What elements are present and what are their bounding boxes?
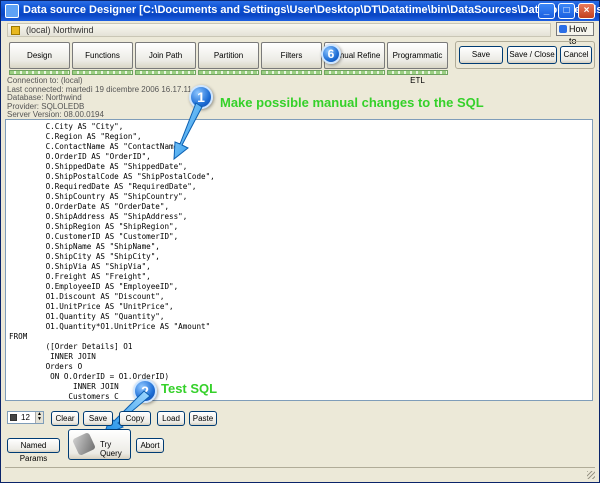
window-title: Data source Designer [C:\Documents and S… [23,4,600,16]
tab-filters[interactable]: Filters [261,42,322,69]
sql-line: O.ShipPostalCode AS "ShipPostalCode", [9,172,215,181]
sql-line: FROM [9,332,28,341]
tab-programmatic-etl[interactable]: Programmatic ETL [387,42,448,85]
tab-progress-manual-refine [324,70,385,75]
status-bar [5,467,595,479]
close-button[interactable]: × [578,3,595,19]
run-query-icon [72,432,96,456]
title-bar[interactable]: Data source Designer [C:\Documents and S… [1,1,600,21]
sql-line: O.ShipRegion AS "ShipRegion", [9,222,179,231]
sql-text: C.City AS "City", C.Region AS "Region", … [9,122,215,400]
data-source-designer-window: Data source Designer [C:\Documents and S… [0,0,600,483]
sql-line: O1.Discount AS "Discount", [9,292,165,301]
tab-progress-join-path [135,70,196,75]
copy-button[interactable]: Copy [119,411,151,426]
font-size-spinner[interactable]: 12 ▲ ▼ [7,411,44,424]
try-query-button[interactable]: Try Query [68,429,131,460]
connection-bar: (local) Northwind [7,23,551,37]
try-query-label: Try Query [100,440,122,458]
tab-partition[interactable]: Partition [198,42,259,69]
minimize-button[interactable]: _ [538,3,555,19]
tab-design[interactable]: Design [9,42,70,69]
sql-line: O.ShipAddress AS "ShipAddress", [9,212,188,221]
connection-label: (local) Northwind [26,25,94,35]
help-icon [559,25,567,33]
sql-line: O1.Quantity*O1.UnitPrice AS "Amount" [9,322,211,331]
arrow-icon [173,102,203,161]
paste-button[interactable]: Paste [189,411,217,426]
sql-line: O.CustomerID AS "CustomerID", [9,232,179,241]
save-sql-button[interactable]: Save [83,411,113,426]
tab-join-path[interactable]: Join Path [135,42,196,69]
sql-line: O.ShippedDate AS "ShippedDate", [9,162,188,171]
sql-line: O.ShipVia AS "ShipVia", [9,262,151,271]
sql-editor[interactable]: C.City AS "City", C.Region AS "Region", … [5,119,593,401]
cancel-button[interactable]: Cancel [560,46,592,64]
sql-line: O.RequiredDate AS "RequiredDate", [9,182,197,191]
sql-line: Orders O [9,362,83,371]
sql-line: O.EmployeeID AS "EmployeeID", [9,282,179,291]
load-button[interactable]: Load [157,411,185,426]
tab-progress-functions [72,70,133,75]
font-size-value: 12 [21,413,30,422]
step-1-annotation: Make possible manual changes to the SQL [220,95,484,110]
maximize-button[interactable]: □ [558,3,575,19]
named-params-button[interactable]: Named Params [7,438,60,463]
save-button[interactable]: Save [459,46,503,64]
step-6-badge: 6 [321,44,341,64]
tab-progress-partition [198,70,259,75]
database-icon [11,26,20,35]
tab-progress-filters [261,70,322,75]
sql-line: O1.Quantity AS "Quantity", [9,312,165,321]
abort-button[interactable]: Abort [136,438,164,453]
app-icon [5,4,19,18]
save-close-button[interactable]: Save / Close [507,46,557,64]
sql-line: O.OrderDate AS "OrderDate", [9,202,170,211]
sql-line: O.ShipCity AS "ShipCity", [9,252,160,261]
sql-line: ([Order Details] O1 [9,342,133,351]
resize-grip-icon[interactable] [587,471,595,479]
sql-line: O.Freight AS "Freight", [9,272,151,281]
tab-functions[interactable]: Functions [72,42,133,69]
step-2-annotation: Test SQL [161,381,218,396]
spinner-arrows-icon[interactable]: ▲ ▼ [35,412,43,423]
sql-line: O.ShipName AS "ShipName", [9,242,160,251]
how-to-button[interactable]: How to [556,22,594,46]
sql-line: O.ShipCountry AS "ShipCountry", [9,192,188,201]
sql-line: INNER JOIN [9,352,96,361]
sql-line: O1.UnitPrice AS "UnitPrice", [9,302,174,311]
tab-progress-programmatic-etl [387,70,448,75]
font-icon [10,414,17,421]
tab-progress-design [9,70,70,75]
clear-button[interactable]: Clear [51,411,79,426]
